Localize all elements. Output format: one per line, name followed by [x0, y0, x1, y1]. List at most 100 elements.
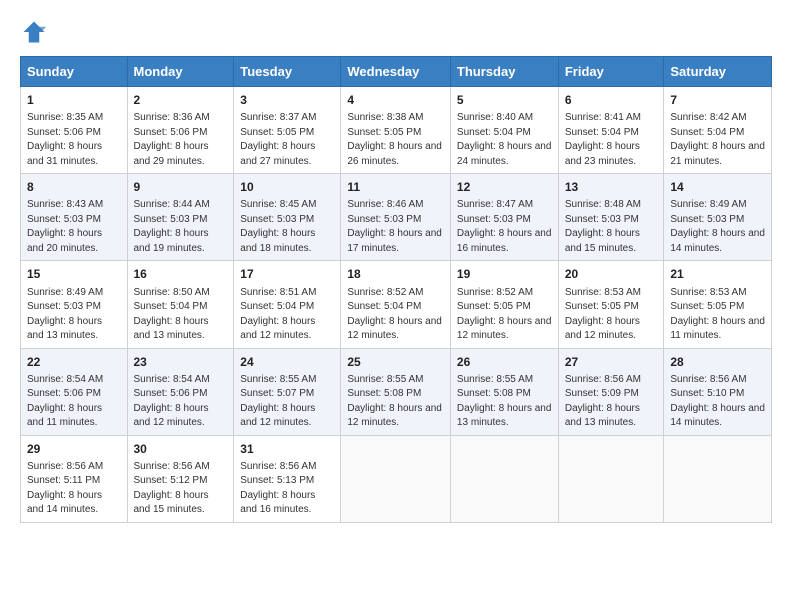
- calendar-cell: 21Sunrise: 8:53 AM Sunset: 5:05 PM Dayli…: [664, 261, 772, 348]
- day-info: Sunrise: 8:50 AM Sunset: 5:04 PM Dayligh…: [134, 287, 210, 342]
- day-number: 24: [240, 354, 334, 370]
- calendar-cell: 8 Sunrise: 8:43 AM Sunset: 5:03 PM Daylig…: [21, 174, 128, 261]
- calendar-cell: [664, 435, 772, 522]
- weekday-header-saturday: Saturday: [664, 57, 772, 87]
- day-number: 7: [670, 92, 765, 108]
- calendar-cell: 14 Sunrise: 8:49 AM Sunset: 5:03 PM Dayli…: [664, 174, 772, 261]
- calendar-cell: 15 Sunrise: 8:49 AM Sunset: 5:03 PM Dayli…: [21, 261, 128, 348]
- day-info: Sunrise: 8:55 AM Sunset: 5:08 PM Dayligh…: [347, 374, 442, 429]
- day-number: 31: [240, 441, 334, 457]
- calendar-table: SundayMondayTuesdayWednesdayThursdayFrid…: [20, 56, 772, 523]
- day-info: Sunrise: 8:56 AM Sunset: 5:09 PM Dayligh…: [565, 374, 641, 429]
- day-number: 4: [347, 92, 444, 108]
- calendar-cell: [450, 435, 558, 522]
- day-number: 23: [134, 354, 228, 370]
- calendar-cell: 7 Sunrise: 8:42 AM Sunset: 5:04 PM Daylig…: [664, 87, 772, 174]
- day-number: 20: [565, 266, 658, 282]
- day-info: Sunrise: 8:56 AM Sunset: 5:12 PM Dayligh…: [134, 461, 210, 516]
- calendar-cell: 25 Sunrise: 8:55 AM Sunset: 5:08 PM Dayli…: [341, 348, 451, 435]
- calendar-cell: 22Sunrise: 8:54 AM Sunset: 5:06 PM Dayli…: [21, 348, 128, 435]
- weekday-header-sunday: Sunday: [21, 57, 128, 87]
- day-number: 2: [134, 92, 228, 108]
- day-info: Sunrise: 8:56 AM Sunset: 5:11 PM Dayligh…: [27, 461, 103, 516]
- day-info: Sunrise: 8:36 AM Sunset: 5:06 PM Dayligh…: [134, 112, 210, 167]
- day-info: Sunrise: 8:45 AM Sunset: 5:03 PM Dayligh…: [240, 199, 316, 254]
- calendar-cell: 11 Sunrise: 8:46 AM Sunset: 5:03 PM Dayli…: [341, 174, 451, 261]
- day-number: 11: [347, 179, 444, 195]
- calendar-cell: 5 Sunrise: 8:40 AM Sunset: 5:04 PM Daylig…: [450, 87, 558, 174]
- day-number: 19: [457, 266, 552, 282]
- day-info: Sunrise: 8:38 AM Sunset: 5:05 PM Dayligh…: [347, 112, 442, 167]
- day-number: 1: [27, 92, 121, 108]
- day-number: 15: [27, 266, 121, 282]
- day-number: 29: [27, 441, 121, 457]
- day-number: 13: [565, 179, 658, 195]
- calendar-cell: 28 Sunrise: 8:56 AM Sunset: 5:10 PM Dayli…: [664, 348, 772, 435]
- day-number: 25: [347, 354, 444, 370]
- day-number: 18: [347, 266, 444, 282]
- weekday-header-wednesday: Wednesday: [341, 57, 451, 87]
- calendar-cell: 30Sunrise: 8:56 AM Sunset: 5:12 PM Dayli…: [127, 435, 234, 522]
- calendar-cell: 27 Sunrise: 8:56 AM Sunset: 5:09 PM Dayli…: [558, 348, 664, 435]
- day-info: Sunrise: 8:54 AM Sunset: 5:06 PM Dayligh…: [27, 374, 103, 429]
- day-number: 9: [134, 179, 228, 195]
- day-info: Sunrise: 8:56 AM Sunset: 5:13 PM Dayligh…: [240, 461, 316, 516]
- logo-icon: [20, 18, 48, 46]
- day-info: Sunrise: 8:55 AM Sunset: 5:08 PM Dayligh…: [457, 374, 552, 429]
- calendar-cell: 26Sunrise: 8:55 AM Sunset: 5:08 PM Dayli…: [450, 348, 558, 435]
- calendar-week-5: 29 Sunrise: 8:56 AM Sunset: 5:11 PM Dayli…: [21, 435, 772, 522]
- day-number: 14: [670, 179, 765, 195]
- day-info: Sunrise: 8:48 AM Sunset: 5:03 PM Dayligh…: [565, 199, 641, 254]
- day-info: Sunrise: 8:47 AM Sunset: 5:03 PM Dayligh…: [457, 199, 552, 254]
- day-number: 16: [134, 266, 228, 282]
- calendar-cell: 18 Sunrise: 8:52 AM Sunset: 5:04 PM Dayli…: [341, 261, 451, 348]
- day-info: Sunrise: 8:35 AM Sunset: 5:06 PM Dayligh…: [27, 112, 103, 167]
- day-number: 5: [457, 92, 552, 108]
- day-info: Sunrise: 8:53 AM Sunset: 5:05 PM Dayligh…: [565, 287, 641, 342]
- day-number: 28: [670, 354, 765, 370]
- calendar-cell: 16 Sunrise: 8:50 AM Sunset: 5:04 PM Dayli…: [127, 261, 234, 348]
- weekday-header-thursday: Thursday: [450, 57, 558, 87]
- day-info: Sunrise: 8:54 AM Sunset: 5:06 PM Dayligh…: [134, 374, 210, 429]
- calendar-week-3: 15 Sunrise: 8:49 AM Sunset: 5:03 PM Dayli…: [21, 261, 772, 348]
- day-info: Sunrise: 8:44 AM Sunset: 5:03 PM Dayligh…: [134, 199, 210, 254]
- day-info: Sunrise: 8:53 AM Sunset: 5:05 PM Dayligh…: [670, 287, 765, 342]
- day-info: Sunrise: 8:41 AM Sunset: 5:04 PM Dayligh…: [565, 112, 641, 167]
- calendar-cell: 29 Sunrise: 8:56 AM Sunset: 5:11 PM Dayli…: [21, 435, 128, 522]
- calendar-week-4: 22Sunrise: 8:54 AM Sunset: 5:06 PM Dayli…: [21, 348, 772, 435]
- day-info: Sunrise: 8:52 AM Sunset: 5:05 PM Dayligh…: [457, 287, 552, 342]
- day-number: 6: [565, 92, 658, 108]
- day-number: 17: [240, 266, 334, 282]
- day-info: Sunrise: 8:49 AM Sunset: 5:03 PM Dayligh…: [27, 287, 103, 342]
- calendar-cell: 20 Sunrise: 8:53 AM Sunset: 5:05 PM Dayli…: [558, 261, 664, 348]
- day-info: Sunrise: 8:42 AM Sunset: 5:04 PM Dayligh…: [670, 112, 765, 167]
- day-number: 12: [457, 179, 552, 195]
- calendar-body: 1 Sunrise: 8:35 AM Sunset: 5:06 PM Daylig…: [21, 87, 772, 523]
- day-info: Sunrise: 8:49 AM Sunset: 5:03 PM Dayligh…: [670, 199, 765, 254]
- calendar-cell: 24 Sunrise: 8:55 AM Sunset: 5:07 PM Dayli…: [234, 348, 341, 435]
- calendar-cell: [558, 435, 664, 522]
- day-number: 8: [27, 179, 121, 195]
- weekday-header-friday: Friday: [558, 57, 664, 87]
- day-info: Sunrise: 8:37 AM Sunset: 5:05 PM Dayligh…: [240, 112, 316, 167]
- weekday-header-monday: Monday: [127, 57, 234, 87]
- calendar-cell: 12 Sunrise: 8:47 AM Sunset: 5:03 PM Dayli…: [450, 174, 558, 261]
- day-info: Sunrise: 8:52 AM Sunset: 5:04 PM Dayligh…: [347, 287, 442, 342]
- calendar-cell: 10Sunrise: 8:45 AM Sunset: 5:03 PM Dayli…: [234, 174, 341, 261]
- calendar-header-row: SundayMondayTuesdayWednesdayThursdayFrid…: [21, 57, 772, 87]
- calendar-cell: 13 Sunrise: 8:48 AM Sunset: 5:03 PM Dayli…: [558, 174, 664, 261]
- day-info: Sunrise: 8:46 AM Sunset: 5:03 PM Dayligh…: [347, 199, 442, 254]
- calendar-week-1: 1 Sunrise: 8:35 AM Sunset: 5:06 PM Daylig…: [21, 87, 772, 174]
- calendar-cell: 1 Sunrise: 8:35 AM Sunset: 5:06 PM Daylig…: [21, 87, 128, 174]
- day-info: Sunrise: 8:56 AM Sunset: 5:10 PM Dayligh…: [670, 374, 765, 429]
- day-number: 3: [240, 92, 334, 108]
- day-info: Sunrise: 8:40 AM Sunset: 5:04 PM Dayligh…: [457, 112, 552, 167]
- calendar-cell: 2 Sunrise: 8:36 AM Sunset: 5:06 PM Daylig…: [127, 87, 234, 174]
- day-number: 27: [565, 354, 658, 370]
- weekday-header-tuesday: Tuesday: [234, 57, 341, 87]
- day-info: Sunrise: 8:55 AM Sunset: 5:07 PM Dayligh…: [240, 374, 316, 429]
- header: [20, 18, 772, 46]
- page: SundayMondayTuesdayWednesdayThursdayFrid…: [0, 0, 792, 612]
- day-info: Sunrise: 8:43 AM Sunset: 5:03 PM Dayligh…: [27, 199, 103, 254]
- calendar-cell: 23 Sunrise: 8:54 AM Sunset: 5:06 PM Dayli…: [127, 348, 234, 435]
